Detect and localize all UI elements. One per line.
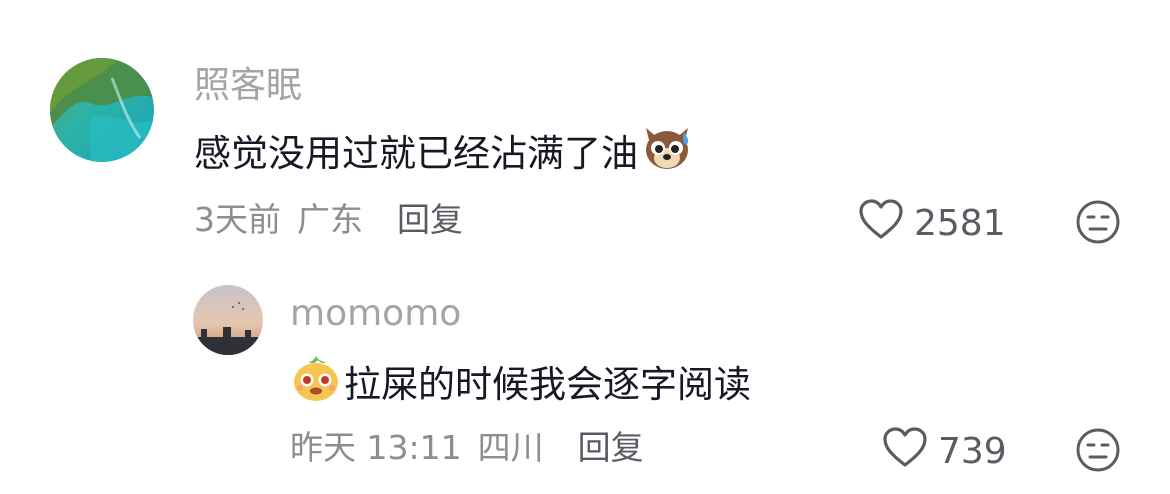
like-count: 739 xyxy=(938,431,1007,472)
like-button[interactable]: 2581 xyxy=(858,198,1006,249)
reply-text: 拉屎的时候我会逐字阅读 xyxy=(290,352,751,417)
comment-time: 3天前 xyxy=(194,200,281,239)
comment-meta: 3天前 广东 回复 xyxy=(194,198,463,242)
like-button[interactable]: 739 xyxy=(882,426,1007,477)
meh-face-icon xyxy=(1074,428,1122,478)
comment-text-body: 感觉没用过就已经沾满了油 xyxy=(194,131,638,175)
reply-time: 昨天 13:11 xyxy=(290,428,462,467)
avatar[interactable] xyxy=(50,58,154,162)
avatar[interactable] xyxy=(193,285,263,355)
comment-text: 感觉没用过就已经沾满了油 xyxy=(194,122,694,185)
reply-location: 四川 xyxy=(477,428,544,467)
reply-button[interactable]: 回复 xyxy=(397,198,463,242)
dog-sweat-emoji xyxy=(640,122,694,185)
bun-face-emoji xyxy=(290,352,342,417)
reply-button[interactable]: 回复 xyxy=(578,426,644,470)
heart-outline-icon xyxy=(858,198,914,249)
comment-location: 广东 xyxy=(297,200,363,239)
dislike-button[interactable] xyxy=(1074,198,1122,250)
like-count: 2581 xyxy=(914,203,1006,244)
meh-face-icon xyxy=(1074,200,1122,250)
reply-username[interactable]: momomo xyxy=(290,292,461,336)
reply-text-body: 拉屎的时候我会逐字阅读 xyxy=(344,362,751,406)
reply-meta: 昨天 13:11 四川 回复 xyxy=(290,426,644,470)
dislike-button[interactable] xyxy=(1074,426,1122,478)
heart-outline-icon xyxy=(882,426,938,477)
comment-username[interactable]: 照客眠 xyxy=(194,64,302,108)
